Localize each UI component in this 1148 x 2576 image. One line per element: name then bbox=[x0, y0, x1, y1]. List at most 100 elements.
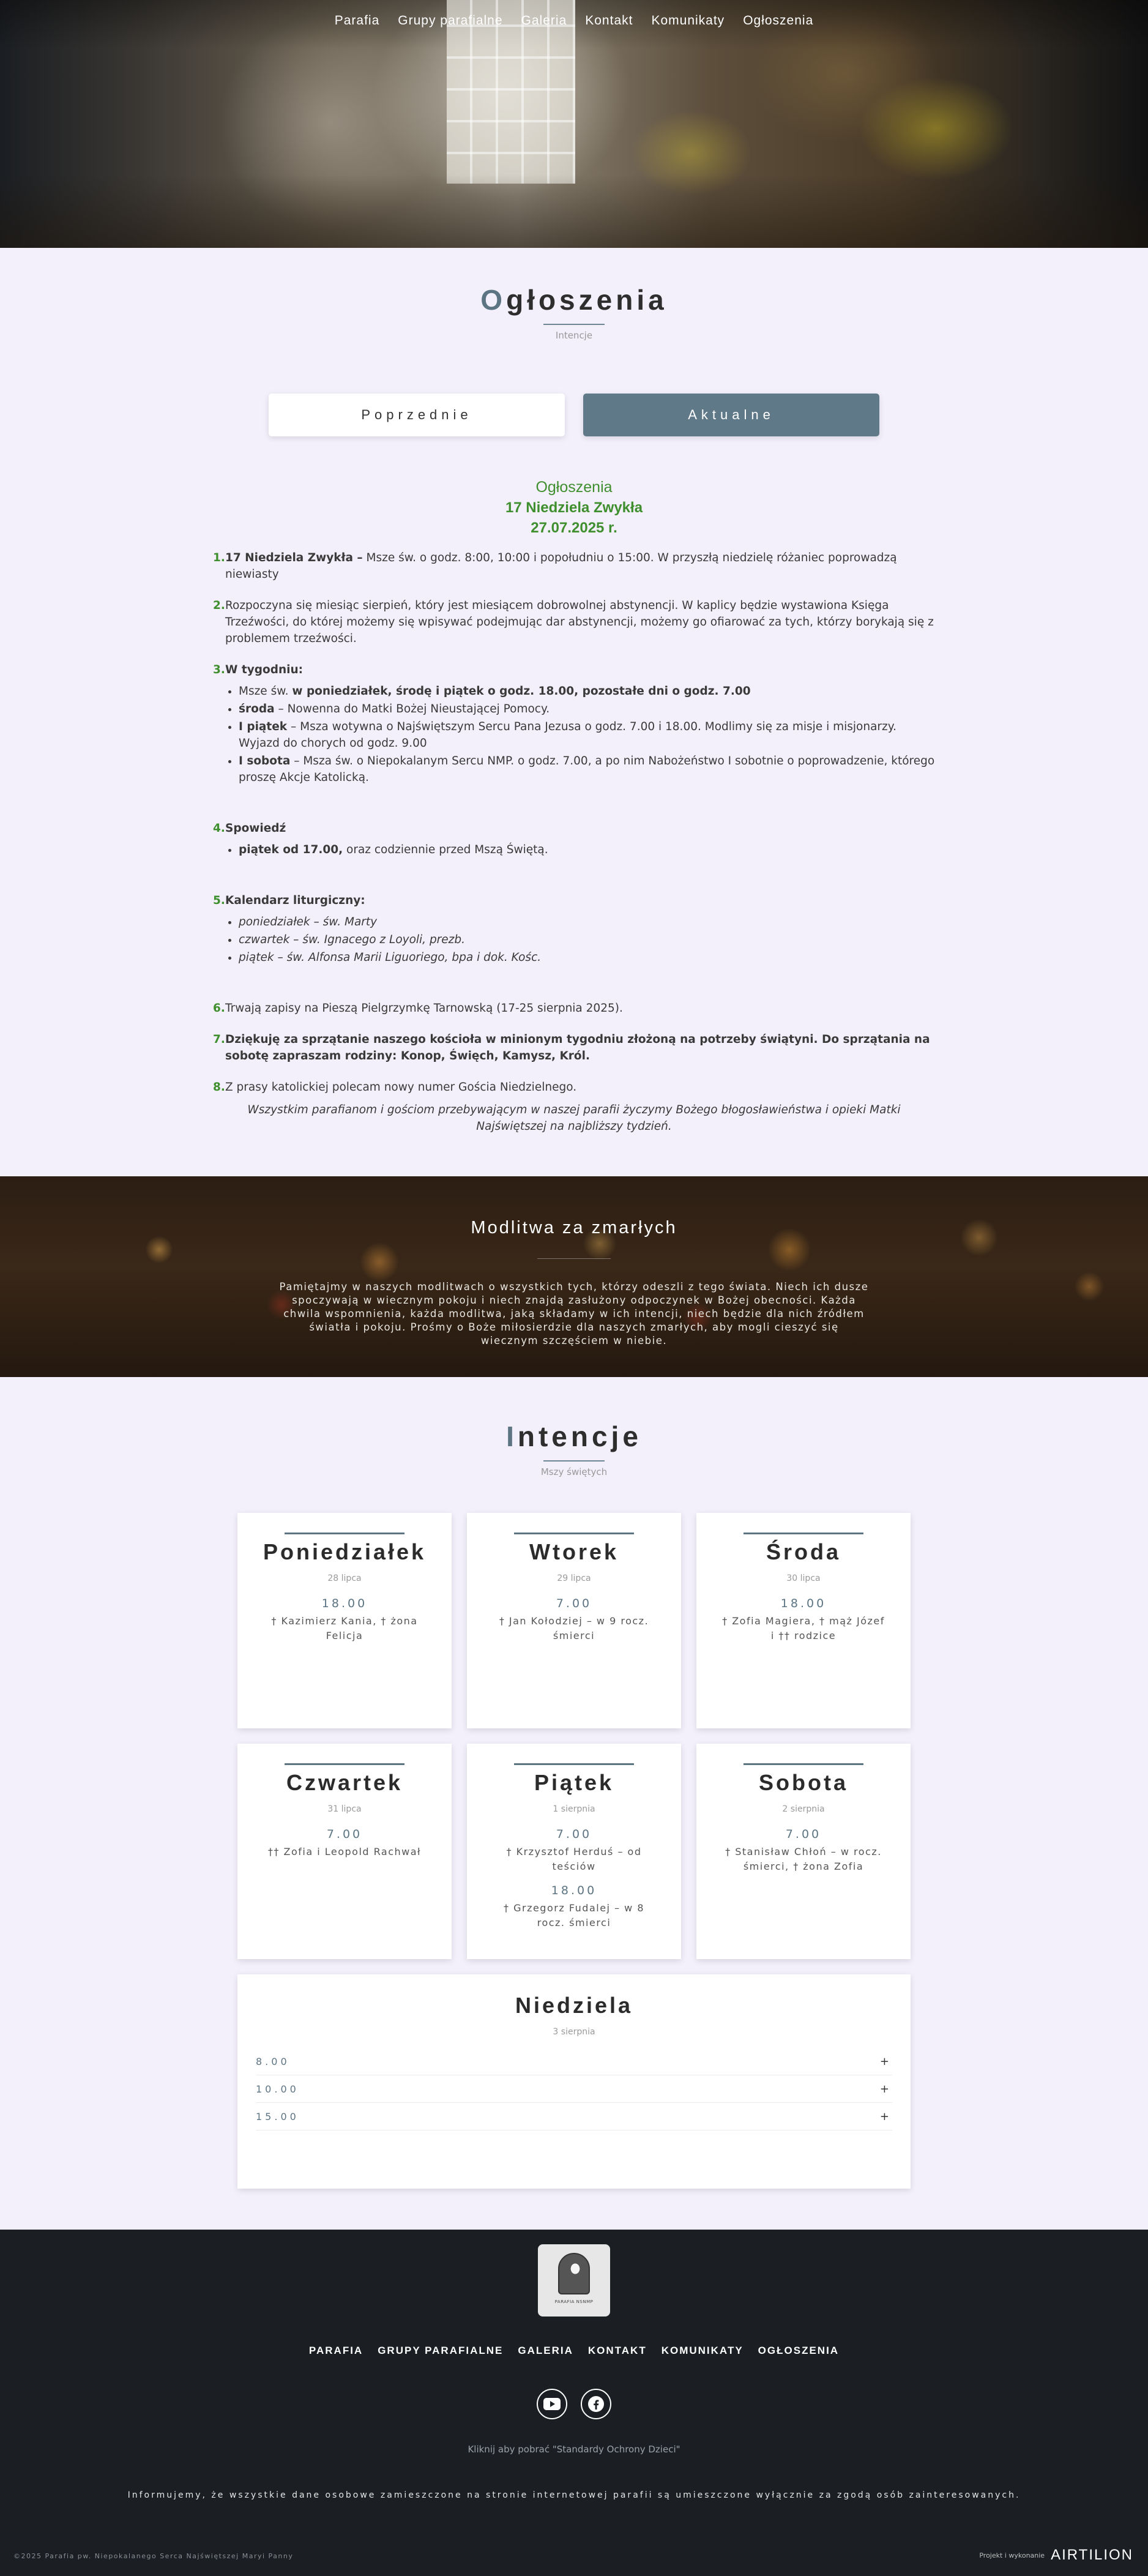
day-name: Wtorek bbox=[529, 1539, 619, 1564]
confession-list: piątek od 17.00, oraz codziennie przed M… bbox=[225, 842, 935, 858]
mass-intention: † Zofia Magiera, † mąż Józef i †† rodzic… bbox=[722, 1615, 885, 1641]
ogloszenia-section: Ogłoszenia Intencje Poprzednie Aktualne … bbox=[0, 248, 1148, 1135]
day-date: 1 sierpnia bbox=[553, 1804, 595, 1814]
day-card: Piątek 1 sierpnia 7.00 † Krzysztof Herdu… bbox=[467, 1744, 681, 1959]
list-item: czwartek – św. Ignacego z Loyoli, prezb. bbox=[239, 931, 935, 948]
copyright: ©2025 Parafia pw. Niepokalanego Serca Na… bbox=[13, 2552, 294, 2560]
footer-nav-ogloszenia[interactable]: OGŁOSZENIA bbox=[758, 2345, 839, 2357]
card-accent-bar bbox=[744, 1533, 863, 1534]
announcements-date: 27.07.2025 r. bbox=[531, 520, 617, 536]
intencje-subtitle: Mszy świętych bbox=[540, 1466, 608, 1477]
expand-plus-icon[interactable]: + bbox=[880, 2055, 889, 2068]
footer-nav-grupy-parafialne[interactable]: GRUPY PARAFIALNE bbox=[378, 2345, 503, 2357]
social-links bbox=[0, 2389, 1148, 2419]
announcement-item: 4. Spowiedź piątek od 17.00, oraz codzie… bbox=[213, 820, 935, 858]
announcement-item: 6. Trwają zapisy na Pieszą Pielgrzymkę T… bbox=[213, 1002, 623, 1015]
nav-parafia[interactable]: Parafia bbox=[335, 13, 380, 28]
nav-kontakt[interactable]: Kontakt bbox=[585, 13, 633, 28]
closing-wishes: Wszystkim parafianom i gościom przebywaj… bbox=[247, 1103, 901, 1133]
day-name: Sobota bbox=[759, 1770, 848, 1795]
intencje-title: Intencje bbox=[506, 1421, 642, 1452]
expand-plus-icon[interactable]: + bbox=[880, 2110, 889, 2123]
prayer-title: Modlitwa za zmarłych bbox=[471, 1218, 677, 1238]
announcement-item: 3. W tygodniu: Msze św. w poniedziałek, … bbox=[213, 662, 935, 786]
list-item: piątek – św. Alfonsa Marii Liguoriego, b… bbox=[239, 949, 935, 966]
expand-plus-icon[interactable]: + bbox=[880, 2083, 889, 2096]
announcements-body: Ogłoszenia 17 Niedziela Zwykła 27.07.202… bbox=[213, 479, 935, 1135]
nav-ogloszenia[interactable]: Ogłoszenia bbox=[743, 13, 813, 28]
day-card: Czwartek 31 lipca 7.00 †† Zofia i Leopol… bbox=[237, 1744, 452, 1959]
title-divider bbox=[543, 1460, 605, 1462]
nav-grupy-parafialne[interactable]: Grupy parafialne bbox=[398, 13, 502, 28]
day-date: 28 lipca bbox=[327, 1574, 362, 1583]
parish-logo[interactable]: PARAFIA NSNMP bbox=[538, 2244, 610, 2317]
footer-navigation: PARAFIA GRUPY PARAFIALNE GALERIA KONTAKT… bbox=[0, 2345, 1148, 2357]
mass-intention: † Grzegorz Fudalej – w 8 rocz. śmierci bbox=[504, 1902, 644, 1928]
card-accent-bar bbox=[285, 1763, 404, 1765]
mass-intention: †† Zofia i Leopold Rachwał bbox=[267, 1846, 422, 1857]
announcement-item: 5. Kalendarz liturgiczny: poniedziałek –… bbox=[213, 892, 935, 966]
card-accent-bar bbox=[744, 1763, 863, 1765]
announcement-item: 7. Dziękuję za sprzątanie naszego kościo… bbox=[213, 1033, 930, 1062]
day-name: Piątek bbox=[534, 1770, 614, 1795]
mass-intention: † Stanisław Chłoń – w rocz. śmierci, † ż… bbox=[725, 1846, 882, 1872]
accordion-row[interactable]: 15.00 + bbox=[256, 2103, 892, 2130]
prayer-banner: Modlitwa za zmarłych Pamiętajmy w naszyc… bbox=[0, 1176, 1148, 1377]
mass-time: 10.00 bbox=[256, 2083, 299, 2095]
airtilion-logo[interactable]: AIRTILION bbox=[1051, 2547, 1133, 2564]
mass-time: 7.00 bbox=[556, 1597, 592, 1610]
mass-intention: † Jan Kołodziej – w 9 rocz. śmierci bbox=[499, 1615, 649, 1641]
mass-intention: † Kazimierz Kania, † żona Felicja bbox=[271, 1615, 418, 1641]
hero-banner: Parafia Grupy parafialne Galeria Kontakt… bbox=[0, 0, 1148, 248]
mass-time: 8.00 bbox=[256, 2055, 290, 2067]
list-item: poniedziałek – św. Marty bbox=[239, 914, 935, 930]
ogloszenia-subtitle: Intencje bbox=[555, 330, 593, 341]
tab-poprzednie[interactable]: Poprzednie bbox=[269, 394, 565, 436]
announcement-item: 8. Z prasy katolickiej polecam nowy nume… bbox=[213, 1081, 577, 1094]
nav-galeria[interactable]: Galeria bbox=[521, 13, 567, 28]
nav-komunikaty[interactable]: Komunikaty bbox=[651, 13, 725, 28]
announcements-list: 1. 17 Niedziela Zwykła – Msze św. o godz… bbox=[213, 550, 935, 1096]
sunday-mass-accordion: 8.00 + 10.00 + 15.00 + bbox=[256, 2048, 892, 2130]
day-date: 30 lipca bbox=[786, 1574, 821, 1583]
sunday-card: Niedziela 3 sierpnia 8.00 + 10.00 + 15.0… bbox=[237, 1974, 911, 2189]
mass-time: 7.00 bbox=[556, 1827, 592, 1841]
list-item: środa – Nowenna do Matki Bożej Nieustają… bbox=[239, 701, 935, 717]
youtube-icon[interactable] bbox=[537, 2389, 567, 2419]
facebook-icon[interactable] bbox=[581, 2389, 611, 2419]
madonna-logo-icon bbox=[558, 2253, 590, 2294]
announcements-sunday-name: 17 Niedziela Zwykła bbox=[505, 499, 643, 516]
mass-time: 18.00 bbox=[321, 1597, 368, 1610]
day-card: Poniedziałek 28 lipca 18.00 † Kazimierz … bbox=[237, 1513, 452, 1728]
announcement-item: 1. 17 Niedziela Zwykła – Msze św. o godz… bbox=[213, 551, 897, 581]
announcements-header: Ogłoszenia 17 Niedziela Zwykła 27.07.202… bbox=[213, 479, 935, 537]
announcement-item: 2. Rozpoczyna się miesiąc sierpień, któr… bbox=[213, 599, 934, 645]
footer-nav-galeria[interactable]: GALERIA bbox=[518, 2345, 573, 2357]
footer: PARAFIA NSNMP PARAFIA GRUPY PARAFIALNE G… bbox=[0, 2230, 1148, 2576]
day-card: Sobota 2 sierpnia 7.00 † Stanisław Chłoń… bbox=[696, 1744, 911, 1959]
logo-text: PARAFIA NSNMP bbox=[554, 2299, 594, 2304]
announcements-heading: Ogłoszenia bbox=[535, 479, 613, 496]
list-item: Msze św. w poniedziałek, środę i piątek … bbox=[239, 683, 935, 700]
day-date: 31 lipca bbox=[327, 1804, 362, 1814]
day-date: 3 sierpnia bbox=[553, 2027, 595, 2037]
day-name: Niedziela bbox=[515, 1993, 633, 2018]
list-item: piątek od 17.00, oraz codziennie przed M… bbox=[239, 842, 935, 858]
card-accent-bar bbox=[514, 1763, 634, 1765]
mass-time: 18.00 bbox=[551, 1884, 597, 1897]
day-name: Czwartek bbox=[286, 1770, 403, 1795]
list-item: I piątek – Msza wotywna o Najświętszym S… bbox=[239, 719, 935, 752]
tab-aktualne[interactable]: Aktualne bbox=[583, 394, 879, 436]
footer-nav-kontakt[interactable]: KONTAKT bbox=[588, 2345, 647, 2357]
accordion-row[interactable]: 8.00 + bbox=[256, 2048, 892, 2075]
weekly-list: Msze św. w poniedziałek, środę i piątek … bbox=[225, 683, 935, 786]
accordion-row[interactable]: 10.00 + bbox=[256, 2075, 892, 2103]
ogloszenia-tabs: Poprzednie Aktualne bbox=[0, 394, 1148, 436]
made-by: Projekt i wykonanie AIRTILION bbox=[979, 2547, 1133, 2564]
standards-download-link[interactable]: Kliknij aby pobrać "Standardy Ochrony Dz… bbox=[0, 2444, 1148, 2455]
day-name: Poniedziałek bbox=[263, 1539, 427, 1564]
prayer-text: Pamiętajmy w naszych modlitwach o wszyst… bbox=[279, 1281, 869, 1346]
footer-nav-komunikaty[interactable]: KOMUNIKATY bbox=[662, 2345, 744, 2357]
footer-nav-parafia[interactable]: PARAFIA bbox=[309, 2345, 363, 2357]
mass-time: 7.00 bbox=[785, 1827, 822, 1841]
